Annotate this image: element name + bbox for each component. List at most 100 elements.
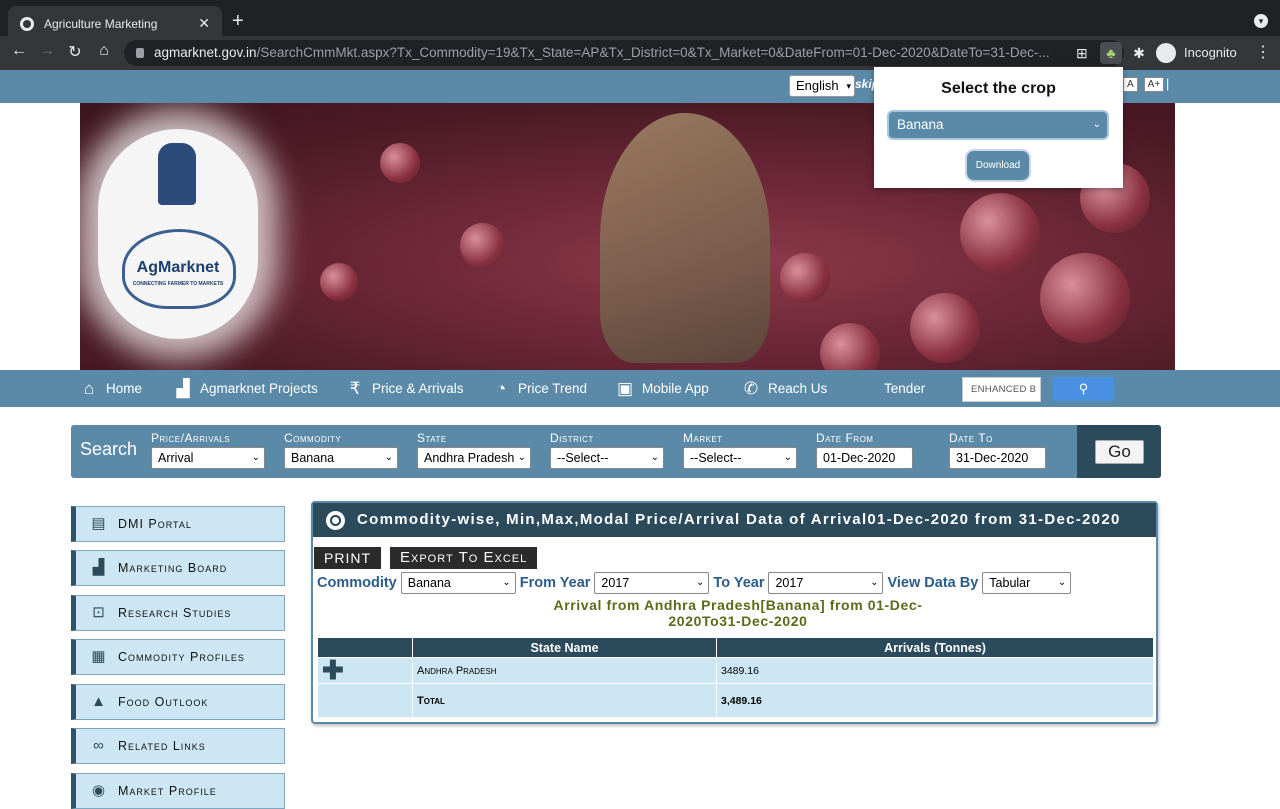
- date-to-input[interactable]: 31-Dec-2020: [949, 447, 1046, 469]
- enhanced-search-input[interactable]: ENHANCED B: [962, 377, 1041, 402]
- arrivals-table: State Name Arrivals (Tonnes) ✚ Andhra Pr…: [317, 637, 1154, 718]
- globe-icon: [20, 17, 34, 31]
- nav-price-trend[interactable]: ◔ Price Trend: [490, 370, 587, 407]
- sidebar-item-research-studies[interactable]: ⊡ Research Studies: [71, 595, 285, 631]
- search-form: Search Price/Arrivals Arrival ⌄ Commodity…: [71, 425, 1161, 478]
- district-select[interactable]: --Select-- ⌄: [550, 447, 664, 469]
- commodity-field: Commodity Banana ⌄: [284, 431, 398, 469]
- date-to-field: Date To 31-Dec-2020: [949, 431, 1046, 469]
- commodity-select[interactable]: Banana ⌄: [284, 447, 398, 469]
- extensions-puzzle-icon[interactable]: ✱: [1128, 42, 1150, 64]
- table-header-row: State Name Arrivals (Tonnes): [317, 637, 1154, 658]
- arrivals-cell: 3489.16: [716, 657, 1154, 684]
- target-icon: [326, 511, 345, 530]
- sidebar-item-dmi-portal[interactable]: ▤ DMI Portal: [71, 506, 285, 542]
- nav-search-button[interactable]: ⚲: [1053, 377, 1114, 401]
- home-icon: ⌂: [83, 378, 95, 398]
- crop-extension-icon[interactable]: ♣: [1100, 42, 1122, 64]
- nav-price-arrivals[interactable]: ₹ Price & Arrivals: [344, 370, 464, 407]
- close-tab-icon[interactable]: ✕: [198, 15, 210, 32]
- back-icon[interactable]: ←: [8, 42, 30, 60]
- table-row: ✚ Andhra Pradesh 3489.16: [317, 655, 1154, 685]
- date-from-field: Date From 01-Dec-2020: [816, 431, 913, 469]
- price-arrivals-select[interactable]: Arrival ⌄: [151, 447, 265, 469]
- national-emblem-icon: [158, 143, 196, 205]
- from-year-select[interactable]: 2017 ⌄: [594, 572, 710, 594]
- browser-menu-icon[interactable]: ⋮: [1255, 42, 1271, 62]
- price-arrivals-field: Price/Arrivals Arrival ⌄: [151, 431, 265, 469]
- state-name-header: State Name: [412, 637, 717, 658]
- crop-extension-popup: Select the crop Banana ⌄ Download: [874, 67, 1123, 188]
- url-host: agmarknet.gov.in: [154, 45, 257, 60]
- arrivals-header: Arrivals (Tonnes): [716, 637, 1154, 658]
- separator: |: [1166, 76, 1170, 91]
- print-button[interactable]: PRINT: [314, 547, 381, 569]
- crop-select[interactable]: Banana ⌄: [889, 112, 1107, 138]
- url-path: /SearchCmmMkt.aspx?Tx_Commodity=19&Tx_St…: [256, 45, 1050, 60]
- to-year-label: To Year: [713, 575, 765, 591]
- incognito-label: Incognito: [1184, 45, 1237, 60]
- from-year-label: From Year: [519, 575, 591, 591]
- date-from-input[interactable]: 01-Dec-2020: [816, 447, 913, 469]
- farmer-image: [600, 113, 770, 363]
- chart-icon: ▟: [176, 378, 190, 398]
- language-value: English: [796, 78, 839, 93]
- nav-reach-us[interactable]: ✆ Reach Us: [740, 370, 827, 407]
- magnifier-chart-icon: ⊡: [92, 604, 106, 621]
- search-label: Search: [80, 439, 138, 459]
- browser-toolbar: ← → ↻ ⌂ agmarknet.gov.in/SearchCmmMkt.as…: [0, 36, 1280, 70]
- sidebar-item-food-outlook[interactable]: ▲ Food Outlook: [71, 684, 285, 720]
- agmarknet-logo[interactable]: AgMarknet CONNECTING FARMER TO MARKETS: [98, 129, 258, 339]
- export-excel-button[interactable]: Export To Excel: [390, 547, 538, 569]
- nav-agmarknet-projects[interactable]: ▟ Agmarknet Projects: [172, 370, 317, 407]
- nav-home[interactable]: ⌂ Home: [78, 370, 142, 407]
- box-icon: ▦: [91, 648, 107, 665]
- download-button[interactable]: Download: [967, 151, 1029, 180]
- state-select[interactable]: Andhra Pradesh ⌄: [417, 447, 531, 469]
- lock-icon: [136, 48, 144, 58]
- forward-icon[interactable]: →: [36, 42, 58, 60]
- results-caption: Arrival from Andhra Pradesh[Banana] from…: [553, 597, 923, 629]
- nav-tender[interactable]: Tender: [884, 370, 925, 407]
- tab-title: Agriculture Marketing: [44, 17, 158, 31]
- sidebar-item-commodity-profiles[interactable]: ▦ Commodity Profiles: [71, 639, 285, 675]
- rupee-icon: ₹: [349, 378, 361, 398]
- reload-icon[interactable]: ↻: [64, 42, 86, 62]
- district-field: District --Select-- ⌄: [550, 431, 664, 469]
- go-button[interactable]: Go: [1095, 440, 1144, 464]
- panel-commodity-select[interactable]: Banana ⌄: [400, 572, 516, 594]
- logo-text: AgMarknet: [136, 259, 220, 276]
- sidebar-item-related-links[interactable]: ∞ Related Links: [71, 728, 285, 764]
- search-icon: ⚲: [1078, 381, 1089, 396]
- logo-subtext: CONNECTING FARMER TO MARKETS: [132, 281, 224, 287]
- incognito-indicator[interactable]: Incognito: [1156, 40, 1237, 66]
- panel-title: Commodity-wise, Min,Max,Modal Price/Arri…: [357, 511, 1121, 528]
- commodity-label: Commodity: [317, 575, 397, 591]
- phone-icon: ✆: [743, 378, 759, 398]
- market-select[interactable]: --Select-- ⌄: [683, 447, 797, 469]
- table-total-row: Total 3,489.16: [317, 683, 1154, 718]
- to-year-select[interactable]: 2017 ⌄: [768, 572, 884, 594]
- chat-icon: ▤: [91, 515, 107, 532]
- link-icon: ∞: [93, 737, 105, 754]
- address-bar[interactable]: agmarknet.gov.in/SearchCmmMkt.aspx?Tx_Co…: [124, 40, 1124, 66]
- font-normal-button[interactable]: A: [1123, 77, 1138, 92]
- view-by-select[interactable]: Tabular ⌄: [982, 572, 1072, 594]
- sidebar-item-marketing-board[interactable]: ▟ Marketing Board: [71, 550, 285, 586]
- expand-plus-icon[interactable]: ✚: [322, 655, 344, 685]
- market-icon: ◉: [91, 782, 107, 799]
- incognito-icon: [1156, 43, 1176, 63]
- language-select[interactable]: English ▾: [789, 75, 855, 97]
- tab-search-icon[interactable]: ▾: [1254, 14, 1268, 28]
- new-tab-icon[interactable]: +: [232, 10, 244, 33]
- popup-heading: Select the crop: [941, 80, 1056, 97]
- panel-header: Commodity-wise, Min,Max,Modal Price/Arri…: [313, 503, 1156, 537]
- trend-icon: ◔: [495, 378, 507, 398]
- font-increase-button[interactable]: A+: [1143, 77, 1165, 92]
- home-browser-icon[interactable]: ⌂: [93, 42, 115, 60]
- translate-icon[interactable]: ⊞: [1076, 45, 1088, 61]
- nav-mobile-app[interactable]: ▣ Mobile App: [614, 370, 709, 407]
- android-icon: ▣: [616, 378, 634, 398]
- results-panel: Commodity-wise, Min,Max,Modal Price/Arri…: [311, 501, 1158, 724]
- sidebar-item-market-profile[interactable]: ◉ Market Profile: [71, 773, 285, 809]
